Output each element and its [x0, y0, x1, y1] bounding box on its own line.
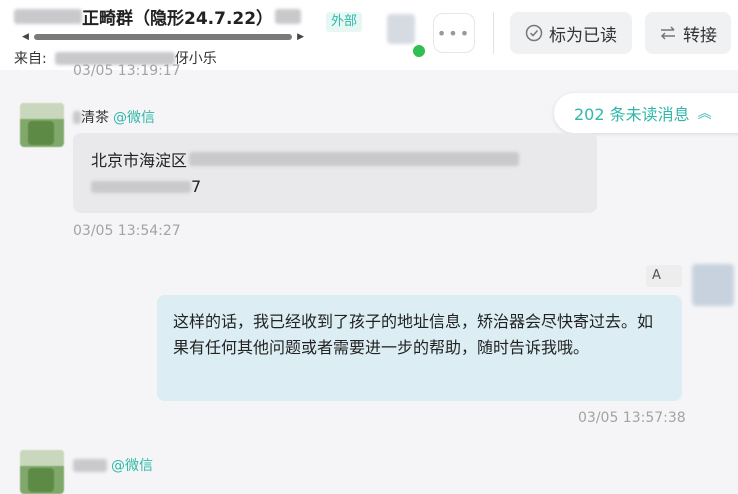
scroll-right-arrow-icon[interactable]: ▶: [297, 32, 304, 42]
more-dots-icon: •••: [436, 23, 472, 43]
redacted-text: [73, 458, 107, 472]
sender-avatar[interactable]: [20, 103, 64, 147]
redacted-text: [14, 8, 82, 24]
sender-name: @微信: [73, 455, 153, 475]
message-text: 这样的话，我已经收到了孩子的地址信息，矫治器会尽快寄过去。如果有任何其他问题或者…: [173, 312, 654, 357]
header-divider: [493, 12, 494, 54]
unread-count-label: 202 条未读消息: [574, 105, 690, 124]
avatar-shape: [20, 450, 64, 466]
incoming-message-bubble: 北京市海淀区 7: [73, 133, 597, 213]
external-tag: 外部: [326, 12, 363, 32]
redacted-text: [91, 180, 191, 193]
sender-name: 清茶 @微信: [73, 107, 155, 127]
redacted-text: [275, 8, 302, 24]
unread-messages-banner[interactable]: 202 条未读消息 ︽: [554, 93, 738, 133]
agent-name-tag: A: [646, 265, 682, 287]
redacted-text: [189, 152, 520, 166]
message-line: 北京市海淀区: [91, 147, 520, 171]
from-suffix: 伢小乐: [174, 51, 217, 67]
contact-avatar[interactable]: [387, 14, 415, 44]
transfer-label: 转接: [683, 25, 717, 46]
chat-title: 正畸群（隐形24.7.22）: [82, 8, 274, 29]
sender-source: @微信: [113, 110, 155, 126]
horizontal-scrollbar[interactable]: ◀ ▶: [22, 32, 304, 42]
from-label: 来自:: [14, 51, 47, 67]
avatar-shape: [28, 468, 54, 492]
avatar-shape: [28, 121, 54, 145]
swap-arrows-icon: [660, 26, 675, 40]
check-circle-icon: [525, 24, 543, 42]
double-chevron-up-icon: ︽: [697, 106, 712, 122]
transfer-button[interactable]: 转接: [645, 12, 731, 54]
agent-name-initial: A: [652, 268, 661, 283]
sender-avatar[interactable]: [20, 450, 64, 494]
message-line: 7: [91, 177, 201, 196]
sender-source: @微信: [111, 458, 153, 474]
message-text: 北京市海淀区: [91, 151, 188, 170]
chat-title-row: 正畸群（隐形24.7.22）: [14, 4, 302, 29]
sender-name-text: 清茶: [81, 110, 109, 126]
outgoing-message-bubble: 这样的话，我已经收到了孩子的地址信息，矫治器会尽快寄过去。如果有任何其他问题或者…: [157, 295, 682, 401]
mark-as-read-label: 标为已读: [549, 25, 617, 46]
message-timestamp: 03/05 13:19:17: [73, 63, 181, 79]
more-options-button[interactable]: •••: [433, 13, 475, 53]
avatar-shape: [20, 103, 64, 119]
mark-as-read-button[interactable]: 标为已读: [510, 12, 632, 54]
scrollbar-thumb[interactable]: [34, 34, 292, 40]
message-timestamp: 03/05 13:54:27: [73, 223, 181, 239]
chat-header: 正畸群（隐形24.7.22） 外部 ◀ ▶ 来自: 伢小乐 ••• 标为已读 转…: [0, 0, 738, 70]
online-status-dot: [411, 43, 427, 59]
message-text: 7: [191, 177, 202, 196]
message-timestamp: 03/05 13:57:38: [578, 410, 686, 426]
scroll-left-arrow-icon[interactable]: ◀: [22, 32, 29, 42]
redacted-text: [73, 110, 81, 124]
agent-avatar[interactable]: [692, 264, 734, 306]
